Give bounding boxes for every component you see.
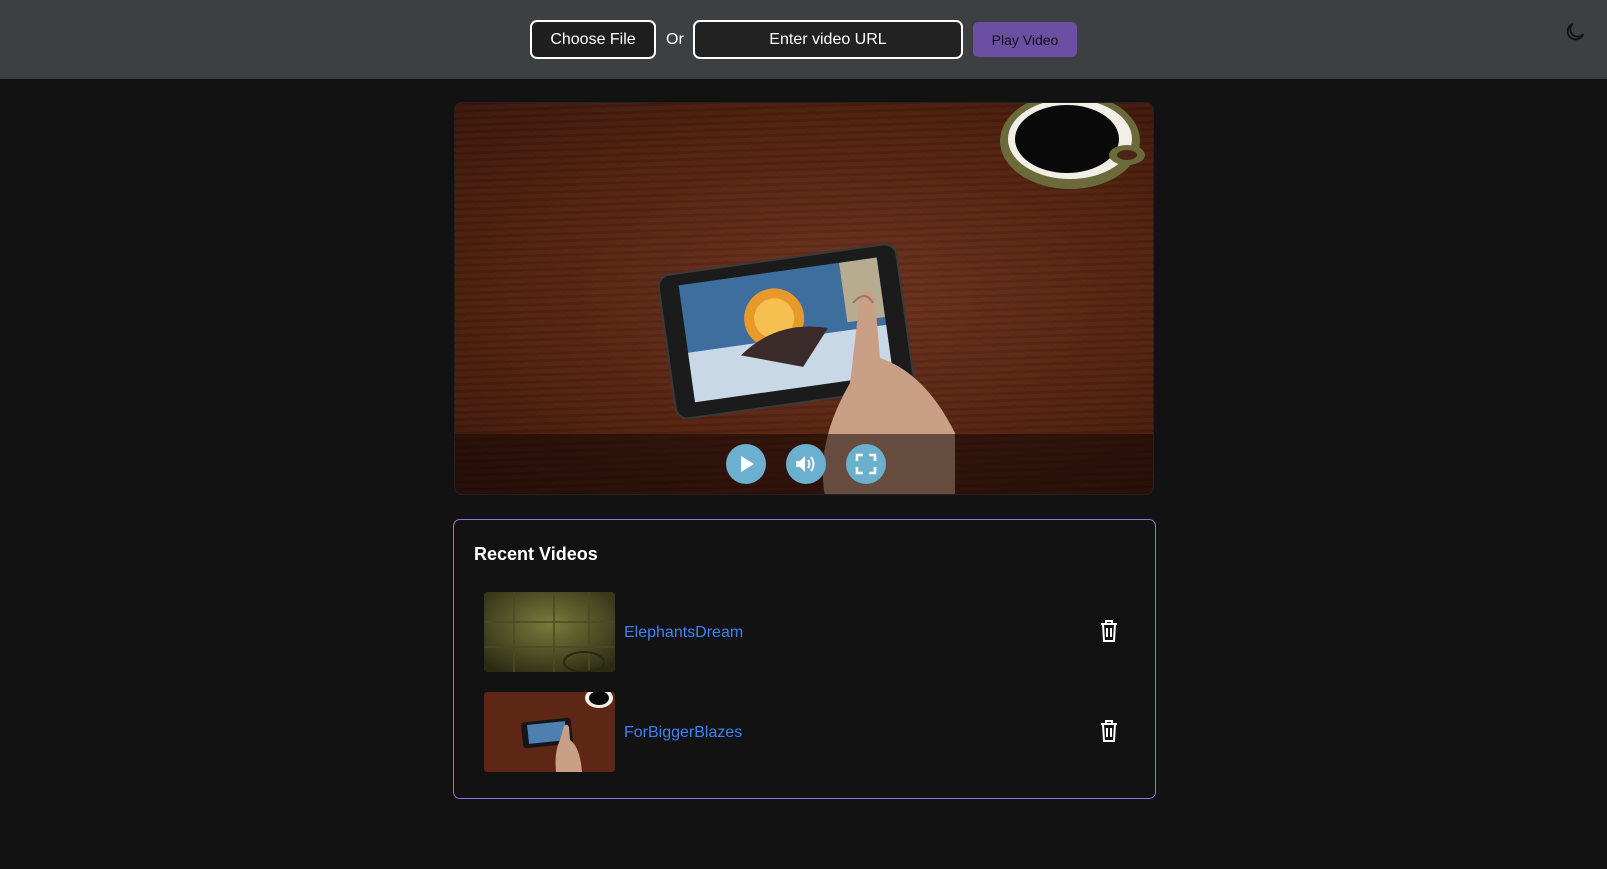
play-icon[interactable]	[726, 444, 766, 484]
player-controls	[455, 434, 1153, 494]
trash-icon[interactable]	[1098, 719, 1120, 743]
video-link[interactable]: ElephantsDream	[624, 624, 743, 642]
moon-icon[interactable]	[1563, 20, 1587, 44]
fullscreen-icon[interactable]	[846, 444, 886, 484]
video-url-input[interactable]	[693, 20, 963, 59]
trash-icon[interactable]	[1098, 619, 1120, 643]
video-link[interactable]: ForBiggerBlazes	[624, 724, 742, 742]
or-label: Or	[666, 31, 684, 48]
volume-icon[interactable]	[786, 444, 826, 484]
coffee-cup-image	[1000, 103, 1145, 189]
recent-video-item[interactable]: ElephantsDream	[484, 592, 1124, 672]
recent-video-item[interactable]: ForBiggerBlazes	[484, 692, 1124, 772]
top-toolbar: Choose File Or Play Video	[0, 0, 1607, 79]
play-video-button[interactable]: Play Video	[973, 22, 1077, 57]
video-thumbnail[interactable]	[484, 692, 615, 772]
choose-file-button[interactable]: Choose File	[530, 20, 656, 59]
video-player[interactable]	[454, 102, 1154, 495]
recent-videos-title: Recent Videos	[474, 544, 598, 564]
video-thumbnail[interactable]	[484, 592, 615, 672]
recent-videos-panel: Recent Videos ElephantsDream ForBiggerBl…	[453, 519, 1156, 799]
